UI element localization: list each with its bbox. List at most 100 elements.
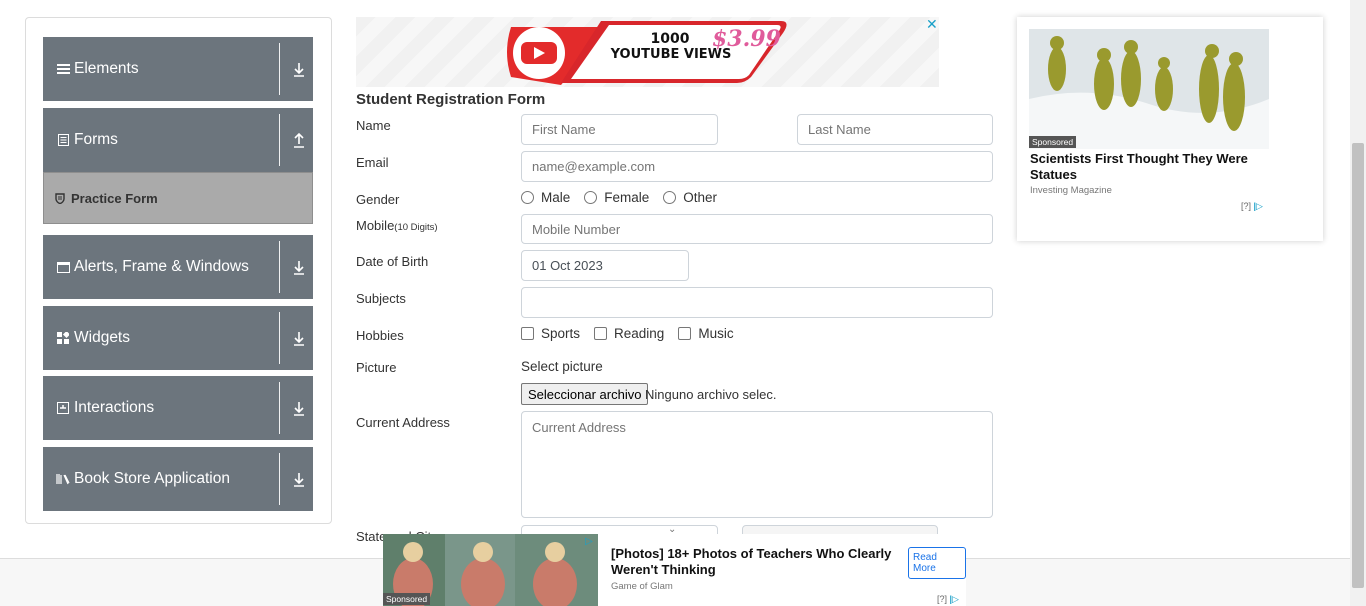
hobby-sports-checkbox[interactable]: Sports (521, 326, 580, 341)
adchoices-label: [?] (1241, 201, 1252, 211)
sponsored-badge: Sponsored (1029, 136, 1077, 148)
checkbox-label: Sports (541, 326, 581, 341)
ad-text-count: 1000 (650, 31, 690, 47)
vertical-scrollbar[interactable] (1350, 0, 1366, 606)
arrow-down-icon[interactable] (292, 472, 306, 488)
window-icon (56, 260, 70, 274)
radio-label: Male (541, 190, 571, 205)
widgets-icon (56, 331, 70, 345)
mobile-label-text: Mobile (356, 218, 395, 233)
mobile-input[interactable] (521, 214, 993, 244)
hamburger-icon (56, 62, 70, 76)
sidebar-group-label: Elements (74, 60, 139, 77)
last-name-input[interactable] (797, 114, 993, 145)
sidebar-group-label: Interactions (74, 399, 155, 416)
radio-label: Female (604, 190, 650, 205)
date-of-birth-input[interactable]: 01 Oct 2023 (521, 250, 689, 281)
divider (279, 114, 280, 166)
hobby-music-checkbox[interactable]: Music (678, 326, 734, 341)
choose-file-button[interactable]: Seleccionar archivo (521, 383, 649, 405)
checkbox-box[interactable] (678, 327, 692, 340)
arrow-down-icon[interactable] (292, 260, 306, 276)
radio-label: Other (683, 190, 718, 205)
arrow-down-icon[interactable] (292, 401, 306, 417)
subjects-input[interactable] (521, 287, 993, 318)
sidebar-item-label: Practice Form (71, 190, 158, 206)
read-more-button[interactable]: Read More (908, 547, 966, 579)
arrow-up-icon[interactable] (292, 132, 306, 149)
arrow-down-icon[interactable] (292, 331, 306, 347)
hobbies-checkbox-group: Sports Reading Music (521, 326, 748, 341)
divider (279, 241, 280, 293)
checkbox-box[interactable] (594, 327, 608, 340)
hobbies-label: Hobbies (356, 328, 404, 343)
adchoices-icon[interactable]: [?] |▷ (1241, 201, 1263, 212)
select-picture-label: Select picture (521, 359, 603, 374)
email-input[interactable] (521, 151, 993, 182)
adchoices-label: [?] (937, 594, 948, 604)
sidebar: Elements Forms Practice Form Alerts, Fra… (25, 17, 332, 524)
file-status-text: Ninguno archivo selec. (645, 387, 777, 402)
dob-label: Date of Birth (356, 254, 429, 269)
subjects-label: Subjects (356, 291, 406, 306)
sidebar-group-elements[interactable]: Elements (43, 37, 313, 101)
name-label: Name (356, 118, 391, 133)
ad-headline[interactable]: [Photos] 18+ Photos of Teachers Who Clea… (611, 546, 901, 578)
sidebar-group-alerts[interactable]: Alerts, Frame & Windows (43, 235, 313, 299)
close-icon[interactable]: ✕ (926, 16, 938, 33)
adchoices-triangle-icon[interactable]: ▷ (585, 536, 593, 547)
first-name-input[interactable] (521, 114, 718, 145)
sponsored-badge: Sponsored (383, 593, 431, 605)
ad-image (1029, 29, 1269, 149)
top-ad-banner[interactable]: 1000 YOUTUBE VIEWS $3.99 (356, 17, 939, 87)
books-icon (56, 472, 70, 486)
divider (279, 43, 280, 95)
sidebar-group-forms[interactable]: Forms (43, 108, 313, 172)
picture-label: Picture (356, 360, 397, 375)
email-label: Email (356, 155, 389, 170)
scrollbar-thumb[interactable] (1352, 143, 1364, 588)
gender-other-radio[interactable]: Other (663, 190, 717, 205)
sidebar-group-widgets[interactable]: Widgets (43, 306, 313, 370)
checkbox-label: Reading (614, 326, 665, 341)
divider (279, 382, 280, 434)
ad-price: $3.99 (712, 26, 781, 52)
ad-headline[interactable]: Scientists First Thought They Were Statu… (1030, 151, 1270, 183)
arrow-down-icon[interactable] (292, 62, 306, 78)
sidebar-group-label: Book Store Application (74, 470, 230, 487)
radio-circle[interactable] (584, 191, 598, 204)
bottom-sponsored-ad[interactable]: ▷ Sponsored [Photos] 18+ Photos of Teach… (383, 534, 966, 606)
current-address-textarea[interactable] (521, 411, 993, 518)
adchoices-triangle-icon: |▷ (1253, 201, 1263, 211)
sidebar-group-label: Alerts, Frame & Windows (74, 258, 249, 275)
adchoices-triangle-icon: |▷ (949, 594, 959, 604)
sidebar-group-book-store[interactable]: Book Store Application (43, 447, 313, 511)
mobile-hint: (10 Digits) (394, 222, 438, 233)
ad-source: Investing Magazine (1030, 185, 1112, 196)
ad-source: Game of Glam (611, 581, 673, 592)
sidebar-item-practice-form[interactable]: Practice Form (43, 172, 313, 224)
shield-icon (55, 192, 65, 204)
checkbox-label: Music (698, 326, 734, 341)
adchoices-icon[interactable]: [?] |▷ (937, 594, 959, 605)
gender-female-radio[interactable]: Female (584, 190, 649, 205)
checkbox-box[interactable] (521, 327, 534, 340)
sidebar-group-label: Forms (74, 131, 118, 148)
statues-photo (1029, 29, 1269, 149)
right-sponsored-ad[interactable]: Sponsored Scientists First Thought They … (1017, 17, 1323, 241)
hobby-reading-checkbox[interactable]: Reading (594, 326, 664, 341)
mobile-label: Mobile(10 Digits) (356, 218, 438, 233)
sidebar-group-label: Widgets (74, 329, 130, 346)
divider (279, 453, 280, 505)
interactions-icon (56, 401, 70, 415)
sidebar-group-interactions[interactable]: Interactions (43, 376, 313, 440)
gender-label: Gender (356, 192, 400, 207)
divider (279, 312, 280, 364)
radio-circle[interactable] (663, 191, 677, 204)
gender-male-radio[interactable]: Male (521, 190, 570, 205)
gender-radio-group: Male Female Other (521, 190, 731, 205)
current-address-label: Current Address (356, 415, 450, 430)
form-icon (56, 133, 70, 147)
form-title: Student Registration Form (356, 91, 546, 108)
radio-circle[interactable] (521, 191, 534, 204)
